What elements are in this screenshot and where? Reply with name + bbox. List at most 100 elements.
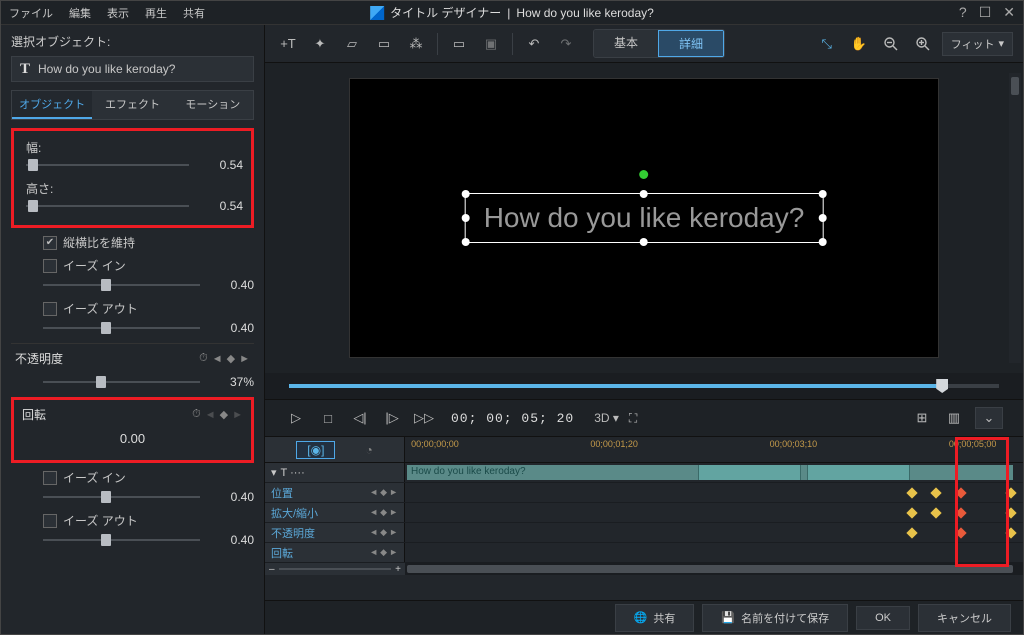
ease-in-row-2[interactable]: イーズ イン xyxy=(43,469,254,486)
safe-zone-icon[interactable]: ▥ xyxy=(943,407,965,429)
stopwatch-icon[interactable]: ⏱ xyxy=(199,352,208,365)
opacity-slider[interactable] xyxy=(43,375,200,389)
menu-play[interactable]: 再生 xyxy=(145,5,167,21)
add-kf-icon[interactable]: ◆ xyxy=(380,487,387,498)
timeline-ruler[interactable]: 00;00;00;00 00;00;01;20 00;00;03;10 00;0… xyxy=(405,437,1023,462)
ease-out-row[interactable]: イーズ アウト xyxy=(43,300,254,317)
add-particle-icon[interactable]: ✦ xyxy=(307,31,333,57)
add-keyframe-icon[interactable]: ◆ xyxy=(227,352,235,365)
width-slider[interactable] xyxy=(26,158,189,172)
resize-handle[interactable] xyxy=(818,190,826,198)
resize-handle[interactable] xyxy=(640,190,648,198)
prev-frame-icon[interactable]: ◁| xyxy=(349,407,371,429)
next-frame-icon[interactable]: |▷ xyxy=(381,407,403,429)
prev-keyframe-icon[interactable]: ◄ xyxy=(205,409,216,421)
next-kf-icon[interactable]: ► xyxy=(389,507,398,518)
timeline-hscroll[interactable] xyxy=(405,563,1023,575)
add-image-icon[interactable]: ▭ xyxy=(371,31,397,57)
add-kf-icon[interactable]: ◆ xyxy=(380,507,387,518)
ease-in-slider[interactable] xyxy=(43,278,200,292)
checkbox-checked-icon[interactable]: ✔ xyxy=(43,236,57,250)
clock-mode-icon[interactable]: ◔ xyxy=(365,443,372,457)
save-as-button[interactable]: 💾名前を付けて保存 xyxy=(702,604,848,632)
fullscreen-icon[interactable]: ⛶ xyxy=(629,411,637,426)
resize-handle[interactable] xyxy=(818,214,826,222)
checkbox-icon[interactable] xyxy=(43,302,57,316)
opacity-track[interactable] xyxy=(405,523,1023,542)
zoom-out-icon[interactable] xyxy=(878,31,904,57)
add-keyframe-icon[interactable]: ◆ xyxy=(220,408,228,421)
advanced-mode-button[interactable]: 詳細 xyxy=(658,30,724,57)
resize-handle[interactable] xyxy=(818,238,826,246)
next-keyframe-icon[interactable]: ► xyxy=(239,353,250,365)
scale-track[interactable] xyxy=(405,503,1023,522)
next-kf-icon[interactable]: ► xyxy=(389,527,398,538)
select-tool-icon[interactable]: ⤡ xyxy=(814,31,840,57)
checkbox-icon[interactable] xyxy=(43,259,57,273)
add-shape-icon[interactable]: ▱ xyxy=(339,31,365,57)
menu-share[interactable]: 共有 xyxy=(183,5,205,21)
clip-track[interactable]: How do you like keroday? xyxy=(405,463,1023,482)
scrub-track[interactable] xyxy=(289,384,999,388)
title-bounding-box[interactable]: How do you like keroday? xyxy=(465,193,824,243)
menu-edit[interactable]: 編集 xyxy=(69,5,91,21)
timecode-display[interactable]: 00; 00; 05; 20 xyxy=(451,411,574,426)
keyframe-mode-icon[interactable]: [◉] xyxy=(296,441,335,459)
prev-keyframe-icon[interactable]: ◄ xyxy=(212,353,223,365)
preview-canvas[interactable]: How do you like keroday? xyxy=(349,78,939,358)
basic-mode-button[interactable]: 基本 xyxy=(594,30,658,57)
effects-icon[interactable]: ⁂ xyxy=(403,31,429,57)
ok-button[interactable]: OK xyxy=(856,606,910,630)
ease-in-row[interactable]: イーズ イン xyxy=(43,257,254,274)
stopwatch-icon[interactable]: ⏱ xyxy=(192,408,201,421)
resize-handle[interactable] xyxy=(462,190,470,198)
help-icon[interactable]: ? xyxy=(959,4,967,21)
position-track[interactable] xyxy=(405,483,1023,502)
share-button[interactable]: 🌐共有 xyxy=(615,604,695,632)
next-kf-icon[interactable]: ► xyxy=(389,547,398,558)
ease-out-slider-2[interactable] xyxy=(43,533,200,547)
hand-tool-icon[interactable]: ✋ xyxy=(846,31,872,57)
fast-forward-icon[interactable]: ▷▷ xyxy=(413,407,435,429)
prev-kf-icon[interactable]: ◄ xyxy=(369,547,378,558)
preview-vscroll[interactable] xyxy=(1009,73,1021,363)
prev-kf-icon[interactable]: ◄ xyxy=(369,487,378,498)
tl-zoom-out-icon[interactable]: – xyxy=(269,564,275,575)
next-keyframe-icon[interactable]: ► xyxy=(232,409,243,421)
title-text[interactable]: How do you like keroday? xyxy=(484,202,805,234)
zoom-in-icon[interactable] xyxy=(910,31,936,57)
tab-motion[interactable]: モーション xyxy=(173,91,253,119)
3d-toggle[interactable]: 3D ▾ xyxy=(594,411,619,425)
keep-aspect-row[interactable]: ✔ 縦横比を維持 xyxy=(43,234,254,251)
expand-icon[interactable]: ▾ xyxy=(271,466,277,479)
resize-handle[interactable] xyxy=(462,214,470,222)
tl-zoom-in-icon[interactable]: + xyxy=(395,564,401,575)
prev-kf-icon[interactable]: ◄ xyxy=(369,527,378,538)
add-kf-icon[interactable]: ◆ xyxy=(380,547,387,558)
ease-out-slider[interactable] xyxy=(43,321,200,335)
menu-file[interactable]: ファイル xyxy=(9,5,53,21)
selected-object-row[interactable]: T How do you like keroday? xyxy=(11,56,254,82)
cancel-button[interactable]: キャンセル xyxy=(918,604,1011,632)
collapse-icon[interactable]: ⌄ xyxy=(975,407,1003,429)
layers-icon[interactable]: ▣ xyxy=(478,31,504,57)
checkbox-icon[interactable] xyxy=(43,471,57,485)
title-clip[interactable]: How do you like keroday? xyxy=(407,465,1013,480)
checkbox-icon[interactable] xyxy=(43,514,57,528)
rotation-handle[interactable] xyxy=(640,170,649,179)
rect-tool-icon[interactable]: ▭ xyxy=(446,31,472,57)
tab-effect[interactable]: エフェクト xyxy=(92,91,172,119)
grid-view-icon[interactable]: ⊞ xyxy=(911,407,933,429)
zoom-dropdown[interactable]: フィット▾ xyxy=(942,32,1013,56)
add-kf-icon[interactable]: ◆ xyxy=(380,527,387,538)
tab-object[interactable]: オブジェクト xyxy=(12,91,92,119)
ease-in-slider-2[interactable] xyxy=(43,490,200,504)
height-slider[interactable] xyxy=(26,199,189,213)
resize-handle[interactable] xyxy=(462,238,470,246)
next-kf-icon[interactable]: ► xyxy=(389,487,398,498)
maximize-icon[interactable]: ☐ xyxy=(979,4,992,21)
rotation-track[interactable] xyxy=(405,543,1023,562)
rotation-value[interactable]: 0.00 xyxy=(22,431,243,446)
play-icon[interactable]: ▷ xyxy=(285,407,307,429)
redo-icon[interactable]: ↷ xyxy=(553,31,579,57)
